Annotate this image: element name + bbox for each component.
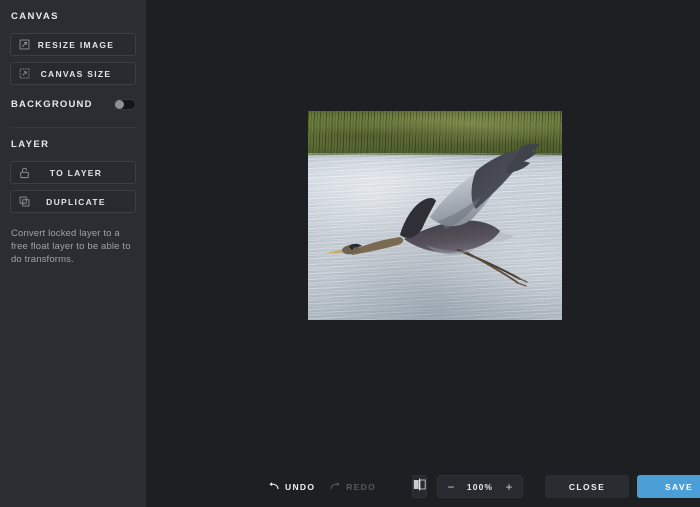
layer-section-title: LAYER — [11, 139, 50, 150]
photo-background — [308, 111, 562, 320]
undo-label: UNDO — [285, 481, 316, 492]
background-toggle[interactable] — [114, 98, 136, 110]
canvas-size-label: CANVAS SIZE — [40, 68, 112, 79]
left-sidebar: CANVAS RESIZE IMAGE CANVAS SIZE BACKGROU… — [0, 0, 146, 507]
background-toggle-knob — [115, 99, 124, 109]
to-layer-label: TO LAYER — [49, 167, 103, 178]
layer-helper-text: Convert locked layer to a free float lay… — [11, 228, 131, 265]
resize-image-button[interactable]: RESIZE IMAGE — [10, 33, 136, 56]
canvas-stage[interactable] — [146, 0, 700, 507]
undo-button[interactable]: UNDO — [268, 479, 315, 494]
fit-to-screen-icon — [413, 477, 426, 496]
zoom-out-button[interactable]: − — [440, 476, 462, 497]
history-group: UNDO REDO — [268, 479, 376, 494]
zoom-control: − 100% + — [437, 475, 523, 498]
canvas-section-title: CANVAS — [11, 11, 59, 22]
canvas-size-icon — [11, 68, 37, 79]
resize-image-icon — [11, 39, 37, 50]
fit-to-screen-button[interactable] — [412, 475, 427, 498]
resize-image-label: RESIZE IMAGE — [37, 39, 115, 50]
unlock-icon — [11, 167, 37, 179]
background-toggle-label: BACKGROUND — [11, 98, 93, 110]
background-toggle-row: BACKGROUND — [11, 95, 136, 113]
to-layer-button[interactable]: TO LAYER — [10, 161, 136, 184]
redo-label: REDO — [346, 481, 376, 492]
zoom-level-value: 100% — [466, 481, 494, 492]
duplicate-button[interactable]: DUPLICATE — [10, 190, 136, 213]
undo-arrow-icon — [268, 479, 280, 494]
copy-icon — [11, 196, 37, 207]
canvas-image[interactable] — [308, 111, 562, 320]
bottom-toolbar: UNDO REDO − 100% + CLOSE SAVE — [146, 466, 700, 507]
redo-arrow-icon — [329, 479, 341, 494]
heron-illustration — [324, 143, 540, 287]
canvas-size-button[interactable]: CANVAS SIZE — [10, 62, 136, 85]
zoom-in-button[interactable]: + — [498, 476, 520, 497]
image-editor-window: CANVAS RESIZE IMAGE CANVAS SIZE BACKGROU… — [0, 0, 700, 507]
redo-button[interactable]: REDO — [329, 479, 376, 494]
close-button[interactable]: CLOSE — [545, 475, 629, 498]
duplicate-label: DUPLICATE — [46, 196, 106, 207]
save-button[interactable]: SAVE — [637, 475, 700, 498]
